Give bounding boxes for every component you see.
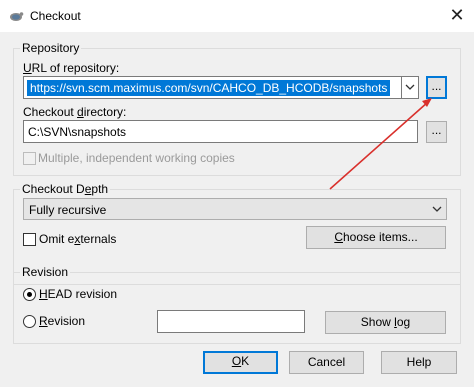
help-button[interactable]: Help: [381, 351, 457, 374]
revision-legend: Revision: [20, 265, 71, 279]
url-dropdown-button[interactable]: [401, 77, 418, 98]
revision-label: Revision: [39, 314, 86, 328]
omit-externals-label: Omit externals: [39, 232, 117, 246]
choose-items-button[interactable]: Choose items...: [306, 226, 446, 249]
title-bar: Checkout ✕: [0, 0, 474, 32]
url-combobox[interactable]: https://svn.scm.maximus.com/svn/CAHCO_DB…: [23, 76, 419, 99]
checkout-directory-label: Checkout directory:: [23, 105, 127, 119]
checkout-directory-field[interactable]: C:\SVN\snapshots: [23, 120, 418, 143]
checkout-dialog-body: Repository URL of repository: https://sv…: [0, 32, 474, 387]
omit-externals-checkbox[interactable]: [23, 233, 36, 246]
show-log-button[interactable]: Show log: [325, 311, 446, 334]
url-value[interactable]: https://svn.scm.maximus.com/svn/CAHCO_DB…: [27, 80, 391, 96]
close-icon: ✕: [449, 5, 465, 25]
multiple-working-copies-label: Multiple, independent working copies: [38, 151, 235, 165]
chevron-down-icon: [405, 84, 415, 90]
repository-legend: Repository: [20, 41, 82, 55]
checkout-depth-value: Fully recursive: [29, 203, 107, 217]
cancel-button[interactable]: Cancel: [289, 351, 364, 374]
tortoise-svn-icon: [10, 12, 24, 21]
checkout-depth-legend: Checkout Depth: [20, 182, 111, 196]
chevron-down-icon: [432, 206, 442, 212]
ok-button[interactable]: OK: [203, 351, 278, 374]
url-browse-button[interactable]: ...: [426, 76, 447, 99]
head-revision-label: HEAD revision: [39, 287, 118, 301]
checkout-depth-select[interactable]: Fully recursive: [23, 198, 447, 220]
url-label: URL of repository:: [23, 61, 120, 75]
window-title: Checkout: [30, 9, 81, 23]
directory-browse-button[interactable]: ...: [426, 121, 447, 143]
close-button[interactable]: ✕: [440, 0, 474, 32]
multiple-working-copies-checkbox[interactable]: [23, 152, 36, 165]
head-revision-radio[interactable]: [23, 288, 36, 301]
revision-number-field[interactable]: [157, 310, 305, 333]
revision-radio[interactable]: [23, 315, 36, 328]
